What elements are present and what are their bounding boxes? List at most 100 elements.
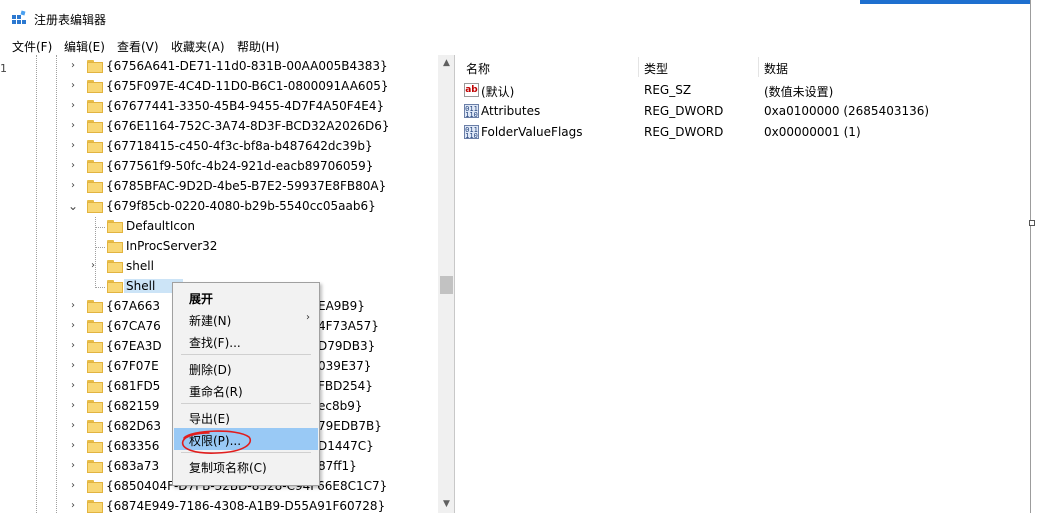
chevron-right-icon[interactable]: › xyxy=(68,480,78,492)
chevron-right-icon[interactable]: › xyxy=(68,120,78,132)
chevron-right-icon[interactable]: › xyxy=(68,60,78,72)
chevron-right-icon[interactable]: › xyxy=(68,380,78,392)
value-row[interactable]: 011 110 FolderValueFlags REG_DWORD 0x000000… xyxy=(458,122,1028,143)
tree-item-label: {681FD5 xyxy=(106,379,161,393)
column-separator[interactable] xyxy=(758,57,759,77)
context-menu-item-label: 重命名(R) xyxy=(189,385,243,399)
tree-vertical-scrollbar[interactable]: ▲ ▼ xyxy=(438,55,454,513)
context-menu-item[interactable]: 新建(N) › xyxy=(174,308,318,330)
chevron-right-icon[interactable]: › xyxy=(88,260,98,272)
folder-icon xyxy=(87,400,103,413)
window-resize-handle[interactable] xyxy=(1029,220,1035,226)
tree-item[interactable]: › {6874E949-7186-4308-A1B9-D55A91F60728} xyxy=(4,497,434,513)
value-name: Attributes xyxy=(481,104,541,118)
tree-item[interactable]: › {67677441-3350-45B4-9455-4D7F4A50F4E4} xyxy=(4,97,434,117)
chevron-right-icon[interactable]: › xyxy=(68,160,78,172)
context-menu-item[interactable]: 展开 xyxy=(174,286,318,308)
context-menu-item[interactable]: 重命名(R) xyxy=(174,379,318,401)
chevron-right-icon[interactable]: › xyxy=(68,500,78,512)
context-menu-item-label: 新建(N) xyxy=(189,314,232,328)
chevron-right-icon[interactable]: › xyxy=(68,140,78,152)
folder-icon xyxy=(107,240,123,253)
menu-favorites[interactable]: 收藏夹(A) xyxy=(171,38,225,55)
scroll-down-arrow-icon[interactable]: ▼ xyxy=(438,496,454,513)
chevron-right-icon[interactable]: › xyxy=(68,420,78,432)
chevron-right-icon[interactable]: › xyxy=(68,360,78,372)
tree-item-label: {67A663 xyxy=(106,299,161,313)
registry-value-list[interactable]: 名称 类型 数据 ab (默认) REG_SZ (数值未设置) 011 110 Attri… xyxy=(458,55,1030,513)
context-menu-item-label: 权限(P)... xyxy=(189,434,242,448)
tree-item-label-tail: 4F73A57} xyxy=(318,319,379,333)
column-header-name[interactable]: 名称 xyxy=(466,60,490,77)
binary-value-icon: 011 110 xyxy=(464,104,479,118)
tree-item-label: {682159 xyxy=(106,399,160,413)
folder-icon xyxy=(87,120,103,133)
tree-item[interactable]: ⌄ {679f85cb-0220-4080-b29b-5540cc05aab6} xyxy=(4,197,434,217)
tree-item-label: {67F07E xyxy=(106,359,159,373)
title-bar[interactable]: 注册表编辑器 xyxy=(0,0,1030,34)
tree-item[interactable]: DefaultIcon xyxy=(4,217,434,237)
value-row[interactable]: ab (默认) REG_SZ (数值未设置) xyxy=(458,80,1028,101)
menu-separator xyxy=(181,354,311,355)
context-menu-item[interactable]: 权限(P)... xyxy=(174,428,318,450)
chevron-down-icon[interactable]: ⌄ xyxy=(68,200,78,212)
tree-item-label: {679f85cb-0220-4080-b29b-5540cc05aab6} xyxy=(106,199,376,213)
context-menu-item[interactable]: 查找(F)... xyxy=(174,330,318,352)
value-data: 0xa0100000 (2685403136) xyxy=(764,104,930,118)
menu-separator xyxy=(181,403,311,404)
tree-item-label: DefaultIcon xyxy=(126,219,195,233)
chevron-right-icon[interactable]: › xyxy=(68,180,78,192)
chevron-right-icon[interactable]: › xyxy=(68,100,78,112)
scroll-up-arrow-icon[interactable]: ▲ xyxy=(438,55,454,72)
tree-item-label-tail: D79DB3} xyxy=(318,339,376,353)
tree-item[interactable]: › {67718415-c450-4f3c-bf8a-b487642dc39b} xyxy=(4,137,434,157)
menu-edit[interactable]: 编辑(E) xyxy=(64,38,105,55)
menu-file[interactable]: 文件(F) xyxy=(12,38,52,55)
tree-item[interactable]: › {677561f9-50fc-4b24-921d-eacb89706059} xyxy=(4,157,434,177)
chevron-right-icon[interactable]: › xyxy=(68,460,78,472)
folder-icon xyxy=(87,100,103,113)
chevron-right-icon[interactable]: › xyxy=(68,340,78,352)
context-menu-item[interactable]: 复制项名称(C) xyxy=(174,455,318,477)
string-value-icon: ab xyxy=(464,83,479,97)
value-data: (数值未设置) xyxy=(764,85,834,99)
tree-item[interactable]: › {676E1164-752C-3A74-8D3F-BCD32A2026D6} xyxy=(4,117,434,137)
value-name: FolderValueFlags xyxy=(481,125,583,139)
tree-item-label: {675F097E-4C4D-11D0-B6C1-0800091AA605} xyxy=(106,79,389,93)
chevron-right-icon[interactable]: › xyxy=(68,80,78,92)
registry-editor-window: 注册表编辑器 文件(F) 编辑(E) 查看(V) 收藏夹(A) 帮助(H) 1 … xyxy=(0,0,1035,513)
registry-editor-app-icon xyxy=(12,10,26,24)
context-menu-item[interactable]: 删除(D) xyxy=(174,357,318,379)
column-header-type[interactable]: 类型 xyxy=(644,60,668,77)
tree-item-label-tail: 87ff1} xyxy=(318,459,357,473)
folder-icon xyxy=(87,460,103,473)
context-menu-item-label: 复制项名称(C) xyxy=(189,461,267,475)
context-menu-item[interactable]: 导出(E) xyxy=(174,406,318,428)
value-row[interactable]: 011 110 Attributes REG_DWORD 0xa0100000 (26… xyxy=(458,101,1028,122)
tree-item-label: {67718415-c450-4f3c-bf8a-b487642dc39b} xyxy=(106,139,373,153)
chevron-right-icon[interactable]: › xyxy=(68,320,78,332)
column-separator[interactable] xyxy=(638,57,639,77)
scroll-thumb[interactable] xyxy=(440,276,453,294)
context-menu: 展开新建(N) › 查找(F)... 删除(D) 重命名(R) 导出(E) 权限(P)...… xyxy=(172,282,320,486)
tree-item[interactable]: › {675F097E-4C4D-11D0-B6C1-0800091AA605} xyxy=(4,77,434,97)
tree-item-label: InProcServer32 xyxy=(126,239,218,253)
menu-help[interactable]: 帮助(H) xyxy=(237,38,279,55)
column-header-data[interactable]: 数据 xyxy=(764,60,788,77)
value-type: REG_DWORD xyxy=(644,104,724,118)
tree-item-label: {683356 xyxy=(106,439,160,453)
chevron-right-icon[interactable]: › xyxy=(68,300,78,312)
tree-item[interactable]: › {6756A641-DE71-11d0-831B-00AA005B4383} xyxy=(4,57,434,77)
context-menu-item-label: 展开 xyxy=(189,292,214,306)
tree-item[interactable]: InProcServer32 xyxy=(4,237,434,257)
chevron-right-icon[interactable]: › xyxy=(68,400,78,412)
context-menu-item-label: 导出(E) xyxy=(189,412,230,426)
folder-icon xyxy=(87,480,103,493)
chevron-right-icon[interactable]: › xyxy=(68,440,78,452)
tree-connector xyxy=(95,247,105,248)
tree-item[interactable]: › shell xyxy=(4,257,434,277)
menu-bar: 文件(F) 编辑(E) 查看(V) 收藏夹(A) 帮助(H) xyxy=(0,34,1030,55)
tree-item[interactable]: › {6785BFAC-9D2D-4be5-B7E2-59937E8FB80A} xyxy=(4,177,434,197)
submenu-arrow-icon: › xyxy=(306,312,310,323)
menu-view[interactable]: 查看(V) xyxy=(117,38,159,55)
